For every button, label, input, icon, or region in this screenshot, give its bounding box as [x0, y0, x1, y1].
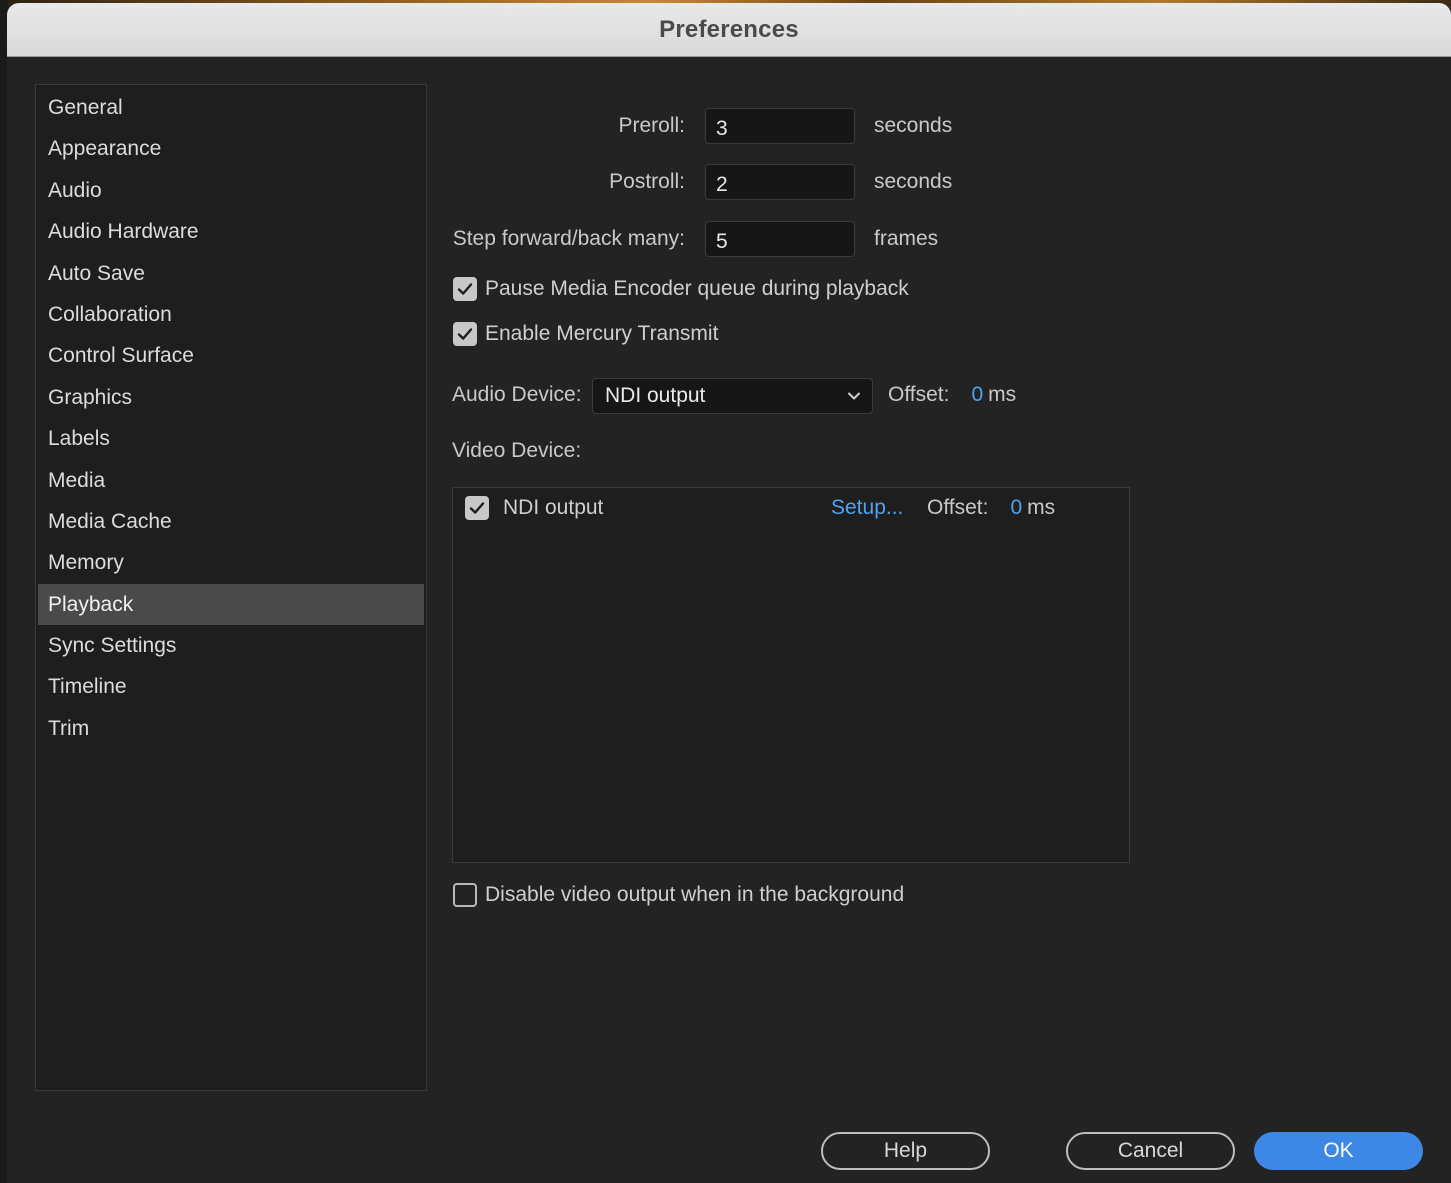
- video-device-list: NDI output Setup... Offset: 0 ms: [452, 487, 1130, 863]
- preroll-row: Preroll: seconds: [452, 108, 952, 144]
- sidebar-item-graphics[interactable]: Graphics: [38, 377, 424, 418]
- preroll-input[interactable]: [705, 108, 855, 144]
- pause-encoder-checkbox-row[interactable]: Pause Media Encoder queue during playbac…: [453, 277, 909, 301]
- disable-background-checkbox-row[interactable]: Disable video output when in the backgro…: [453, 883, 904, 907]
- cancel-button[interactable]: Cancel: [1066, 1132, 1235, 1170]
- preferences-sidebar: General Appearance Audio Audio Hardware …: [35, 84, 427, 1091]
- sidebar-item-labels[interactable]: Labels: [38, 418, 424, 459]
- sidebar-item-sync-settings[interactable]: Sync Settings: [38, 625, 424, 666]
- mercury-transmit-checkbox-row[interactable]: Enable Mercury Transmit: [453, 322, 718, 346]
- postroll-label: Postroll:: [609, 170, 685, 193]
- pause-encoder-label: Pause Media Encoder queue during playbac…: [485, 277, 909, 300]
- pause-encoder-checkbox[interactable]: [453, 277, 477, 301]
- preferences-dialog: Preferences General Appearance Audio Aud…: [7, 3, 1451, 1183]
- title-bar[interactable]: Preferences: [7, 3, 1451, 57]
- postroll-input[interactable]: [705, 164, 855, 200]
- sidebar-item-appearance[interactable]: Appearance: [38, 128, 424, 169]
- check-icon: [457, 328, 473, 340]
- audio-offset: Offset: 0 ms: [888, 383, 1016, 407]
- sidebar-item-memory[interactable]: Memory: [38, 542, 424, 583]
- video-offset-value[interactable]: 0: [1010, 496, 1022, 520]
- preroll-unit: seconds: [874, 114, 953, 137]
- video-device-name: NDI output: [503, 496, 604, 519]
- check-icon: [469, 502, 485, 514]
- ok-button[interactable]: OK: [1254, 1132, 1423, 1170]
- sidebar-item-auto-save[interactable]: Auto Save: [38, 253, 424, 294]
- step-row: Step forward/back many: frames: [452, 221, 938, 257]
- step-label: Step forward/back many:: [452, 227, 685, 250]
- disable-background-label: Disable video output when in the backgro…: [485, 883, 905, 906]
- check-icon: [457, 283, 473, 295]
- audio-device-label: Audio Device:: [452, 383, 582, 406]
- sidebar-item-collaboration[interactable]: Collaboration: [38, 294, 424, 335]
- video-offset-label: Offset:: [927, 496, 989, 519]
- step-unit: frames: [874, 227, 939, 250]
- sidebar-item-media-cache[interactable]: Media Cache: [38, 501, 424, 542]
- sidebar-item-audio[interactable]: Audio: [38, 170, 424, 211]
- sidebar-item-timeline[interactable]: Timeline: [38, 666, 424, 707]
- sidebar-item-control-surface[interactable]: Control Surface: [38, 335, 424, 376]
- postroll-row: Postroll: seconds: [452, 164, 952, 200]
- sidebar-item-playback[interactable]: Playback: [38, 583, 424, 626]
- audio-device-dropdown[interactable]: NDI output: [592, 378, 873, 414]
- dialog-title: Preferences: [659, 15, 799, 43]
- sidebar-item-general[interactable]: General: [38, 87, 424, 128]
- mercury-transmit-label: Enable Mercury Transmit: [485, 322, 719, 345]
- disable-background-checkbox[interactable]: [453, 883, 477, 907]
- sidebar-item-trim[interactable]: Trim: [38, 708, 424, 749]
- audio-device-value: NDI output: [605, 384, 706, 407]
- audio-offset-unit: ms: [988, 383, 1017, 406]
- chevron-down-icon: [848, 392, 860, 400]
- list-item: NDI output Setup... Offset: 0 ms: [465, 496, 1055, 520]
- video-offset-unit: ms: [1027, 496, 1056, 519]
- video-device-label: Video Device:: [452, 439, 582, 462]
- sidebar-item-media[interactable]: Media: [38, 460, 424, 501]
- audio-offset-label: Offset:: [888, 383, 950, 406]
- help-button[interactable]: Help: [821, 1132, 990, 1170]
- step-input[interactable]: [705, 221, 855, 257]
- mercury-transmit-checkbox[interactable]: [453, 322, 477, 346]
- audio-offset-value[interactable]: 0: [971, 383, 983, 407]
- postroll-unit: seconds: [874, 170, 953, 193]
- preroll-label: Preroll:: [618, 114, 685, 137]
- setup-link[interactable]: Setup...: [831, 496, 927, 520]
- sidebar-item-audio-hardware[interactable]: Audio Hardware: [38, 211, 424, 252]
- ndi-output-checkbox[interactable]: [465, 496, 489, 520]
